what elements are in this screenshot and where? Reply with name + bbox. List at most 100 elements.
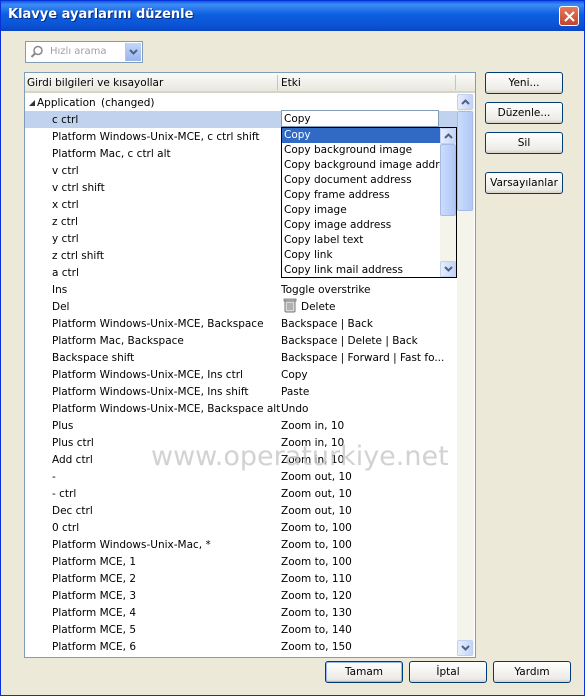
dropdown-option[interactable]: Copy background image address — [282, 158, 456, 173]
shortcut-key: Backspace shift — [52, 352, 135, 364]
title-bar[interactable]: Klavye ayarlarını düzenle — [1, 1, 584, 31]
shortcut-key: y ctrl — [52, 233, 79, 245]
table-row[interactable]: Platform MCE, 1 Zoom to, 100 — [25, 553, 457, 570]
table-row[interactable]: Backspace shift Backspace | Forward | Fas… — [25, 349, 457, 366]
ok-button[interactable]: Tamam — [325, 661, 403, 683]
table-row[interactable]: Plus Zoom in, 10 — [25, 417, 457, 434]
chevron-down-icon — [461, 645, 470, 651]
header-divider — [277, 75, 278, 90]
group-changed-label: (changed) — [101, 97, 155, 109]
column-header-action[interactable]: Etki — [281, 77, 301, 89]
trash-icon — [283, 298, 297, 313]
collapse-triangle-icon[interactable] — [29, 100, 36, 107]
table-row[interactable]: Del Delete — [25, 298, 457, 315]
table-row[interactable]: Dec ctrl Zoom out, 10 — [25, 502, 457, 519]
dropdown-option-label: Copy frame address — [284, 189, 390, 201]
chevron-up-icon — [444, 133, 453, 139]
edit-button[interactable]: Düzenle... — [485, 102, 563, 124]
table-row[interactable]: Platform Windows-Unix-Mac, * Zoom to, 100 — [25, 536, 457, 553]
dropdown-option[interactable]: Copy link mail address — [282, 263, 440, 277]
shortcut-key: 0 ctrl — [52, 522, 80, 534]
dropdown-option[interactable]: Copy image address — [282, 218, 440, 233]
chevron-down-icon — [444, 266, 453, 272]
column-header-input[interactable]: Girdi bilgileri ve kısayollar — [27, 77, 163, 89]
shortcut-action: Zoom in, 10 — [281, 420, 345, 432]
table-row[interactable]: Platform MCE, 4 Zoom to, 130 — [25, 604, 457, 621]
header-divider — [455, 75, 456, 90]
shortcut-key: Platform Windows-Unix-MCE, Backspace — [52, 318, 264, 330]
table-row[interactable]: - ctrl Zoom out, 10 — [25, 485, 457, 502]
dropdown-scroll-down-button[interactable] — [440, 261, 456, 277]
shortcut-key: a ctrl — [52, 267, 79, 279]
search-dropdown-button[interactable] — [125, 43, 141, 61]
shortcut-action: Delete — [301, 301, 336, 313]
table-row[interactable]: Platform Windows-Unix-MCE, Ins shift Past… — [25, 383, 457, 400]
search-icon — [30, 45, 43, 58]
scroll-up-button[interactable] — [457, 94, 473, 110]
dropdown-option[interactable]: Copy label text — [282, 233, 440, 248]
list-header: Girdi bilgileri ve kısayollar Etki — [25, 73, 475, 93]
dropdown-scrollbar[interactable] — [440, 128, 456, 277]
table-row[interactable]: Platform MCE, 2 Zoom to, 110 — [25, 570, 457, 587]
chevron-up-icon — [461, 99, 470, 105]
shortcut-action: Paste — [281, 386, 310, 398]
dropdown-option[interactable]: Copy document address — [282, 173, 440, 188]
shortcut-action: Zoom to, 100 — [281, 539, 352, 551]
chevron-down-icon — [129, 49, 138, 55]
shortcut-action: Undo — [281, 403, 309, 415]
close-button[interactable] — [559, 6, 579, 26]
group-application[interactable]: Application (changed) — [25, 94, 457, 111]
table-row[interactable]: Platform Windows-Unix-MCE, Backspace alt… — [25, 400, 457, 417]
window-title: Klavye ayarlarını düzenle — [8, 7, 194, 22]
dropdown-option-label: Copy link mail address — [284, 264, 403, 276]
group-label: Application — [37, 97, 96, 109]
table-row[interactable]: 0 ctrl Zoom to, 100 — [25, 519, 457, 536]
shortcut-key: Platform MCE, 3 — [52, 590, 136, 602]
action-dropdown-list[interactable]: Copy Copy background image Copy background… — [281, 127, 457, 278]
shortcut-key: Platform MCE, 4 — [52, 607, 136, 619]
table-row[interactable]: Platform MCE, 6 Zoom to, 150 — [25, 638, 457, 655]
new-button[interactable]: Yeni... — [485, 72, 563, 94]
shortcut-key: Platform Windows-Unix-MCE, Backspace alt — [52, 403, 281, 415]
shortcut-action: Zoom to, 150 — [281, 641, 352, 653]
table-row[interactable]: Platform Windows-Unix-MCE, Backspace Back… — [25, 315, 457, 332]
shortcut-key: Platform Mac, c ctrl alt — [52, 148, 171, 160]
shortcut-key: Plus ctrl — [52, 437, 94, 449]
action-edit-field[interactable]: Copy — [281, 110, 439, 127]
shortcut-key: Del — [52, 301, 70, 313]
dropdown-option[interactable]: Copy frame address — [282, 188, 440, 203]
shortcut-action: Copy — [281, 369, 308, 381]
shortcut-action: Zoom to, 100 — [281, 522, 352, 534]
quick-search-field[interactable]: Hızlı arama — [25, 41, 143, 63]
shortcut-key: v ctrl shift — [52, 182, 105, 194]
table-row[interactable]: Platform MCE, 5 Zoom to, 140 — [25, 621, 457, 638]
dropdown-option[interactable]: Copy — [282, 128, 440, 143]
watermark-text: www.operaturkiye.net — [151, 441, 449, 472]
dropdown-scroll-up-button[interactable] — [440, 128, 456, 144]
table-row[interactable]: Ins Toggle overstrike — [25, 281, 457, 298]
dropdown-option[interactable]: Copy image — [282, 203, 440, 218]
dropdown-option[interactable]: Copy link — [282, 248, 440, 263]
shortcut-key: Ins — [52, 284, 68, 296]
dropdown-option-label: Copy background image address — [284, 159, 457, 171]
dropdown-scroll-thumb[interactable] — [440, 144, 456, 216]
scroll-thumb[interactable] — [457, 111, 473, 211]
table-row[interactable]: Platform Windows-Unix-MCE, Ins ctrl Copy — [25, 366, 457, 383]
list-scrollbar[interactable] — [457, 94, 474, 656]
dropdown-option[interactable]: Copy background image — [282, 143, 440, 158]
delete-button[interactable]: Sil — [485, 132, 563, 154]
close-icon — [564, 11, 575, 22]
shortcut-key: Platform Windows-Unix-MCE, Ins ctrl — [52, 369, 243, 381]
table-row[interactable]: Platform MCE, 3 Zoom to, 120 — [25, 587, 457, 604]
shortcut-key: Platform MCE, 1 — [52, 556, 136, 568]
scroll-down-button[interactable] — [457, 640, 473, 656]
cancel-button[interactable]: İptal — [409, 661, 487, 683]
table-row[interactable]: Platform Mac, Backspace Backspace | Delet… — [25, 332, 457, 349]
dropdown-option-label: Copy — [284, 129, 311, 141]
defaults-button[interactable]: Varsayılanlar — [485, 172, 563, 194]
dropdown-option-label: Copy image — [284, 204, 347, 216]
shortcut-key: Plus — [52, 420, 74, 432]
dialog-window: Klavye ayarlarını düzenle Hızlı arama Gi… — [0, 0, 585, 696]
help-button[interactable]: Yardım — [493, 661, 571, 683]
shortcut-action: Zoom to, 140 — [281, 624, 352, 636]
